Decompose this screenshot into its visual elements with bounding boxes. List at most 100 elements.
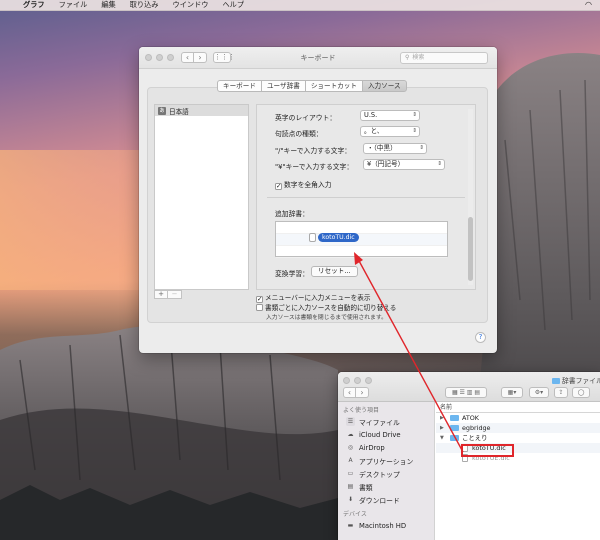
sidebar-favorites-header: よく使う項目 (343, 407, 380, 414)
disclosure-triangle-open-icon[interactable]: ▼ (440, 433, 444, 443)
show-input-menu-checkbox[interactable]: ✓ (256, 296, 263, 303)
folder-icon (552, 378, 560, 384)
fullwidth-digits-label: 数字を全角入力 (284, 181, 332, 189)
close-button[interactable] (343, 377, 350, 384)
punctuation-popup[interactable]: 。と、 ⇕ (360, 126, 420, 137)
list-buttons: + − (154, 290, 182, 299)
column-header-name[interactable]: 名前 (436, 402, 600, 413)
share-icon[interactable]: ⇪ (554, 387, 568, 398)
punctuation-value: 。と、 (364, 127, 384, 135)
all-files-icon: ☰ (346, 417, 355, 426)
menu-file[interactable]: ファイル (52, 0, 95, 10)
menu-app-name[interactable]: グラフ (16, 0, 52, 10)
punctuation-label: 句読点の種類： (275, 130, 323, 138)
show-input-menu-label: メニューバーに入力メニューを表示 (265, 294, 371, 302)
bottom-options: ✓ メニューバーに入力メニューを表示 書類ごとに入力ソースを自動的に切り替える 入… (256, 293, 396, 323)
sidebar-item-icloud-drive[interactable]: ☁ iCloud Drive (338, 428, 434, 441)
auto-switch-option[interactable]: 書類ごとに入力ソースを自動的に切り替える (256, 303, 396, 313)
menu-window[interactable]: ウインドウ (166, 0, 216, 10)
japanese-settings-pane: 英字のレイアウト： U.S. ⇕ 句読点の種類： 。と、 ⇕ "/"キーで入力す… (256, 104, 476, 290)
yen-key-label: "¥"キーで入力する文字： (275, 163, 354, 171)
sidebar-item-label: アプリケーション (359, 457, 414, 466)
conversion-learning-label: 変換学習： (275, 270, 309, 278)
layout-value: U.S. (364, 111, 378, 119)
sidebar-item-label: iCloud Drive (359, 430, 401, 439)
table-row (276, 222, 447, 234)
documents-icon: ▤ (347, 483, 354, 490)
dragged-file-label: kotoTU.dic (318, 233, 359, 242)
additional-dictionary-label: 追加辞書： (275, 210, 309, 218)
sidebar-devices-header: デバイス (343, 511, 367, 518)
tab-input-sources[interactable]: 入力ソース (361, 80, 407, 92)
file-name: ことえり (462, 434, 488, 442)
cloud-icon: ☁ (347, 431, 354, 438)
japanese-input-icon: あ (158, 106, 166, 115)
window-titlebar: ‹ › ⋮⋮⋮ キーボード ⚲ 検索 (139, 47, 497, 69)
sidebar-item-label: Macintosh HD (359, 521, 407, 530)
yen-key-value: ¥（円記号） (367, 160, 405, 168)
folder-icon (450, 425, 459, 431)
tab-keyboard[interactable]: キーボード (217, 80, 262, 92)
window-controls (343, 377, 372, 384)
sidebar-item-all-my-files[interactable]: ☰ マイファイル (338, 415, 434, 428)
hard-drive-icon: ▬ (347, 522, 354, 529)
auto-switch-note: 入力ソースは書類を閉じるまで使用されます。 (266, 315, 387, 321)
arrange-button[interactable]: ▦▾ (501, 387, 523, 398)
menu-help[interactable]: ヘルプ (215, 0, 251, 10)
list-item[interactable]: ▼ ことえり (436, 433, 600, 443)
sidebar-item-desktop[interactable]: ▭ デスクトップ (338, 467, 434, 480)
sidebar-item-documents[interactable]: ▤ 書類 (338, 480, 434, 493)
fullwidth-digits-option[interactable]: ✓ 数字を全角入力 (275, 179, 332, 190)
downloads-icon: ⬇ (347, 496, 354, 503)
additional-dictionary-list[interactable]: kotoTU.dic (275, 221, 448, 258)
auto-switch-label: 書類ごとに入力ソースを自動的に切り替える (265, 304, 397, 312)
sidebar-item-label: デスクトップ (359, 470, 400, 479)
table-row (276, 234, 447, 246)
menu-edit[interactable]: 編集 (94, 0, 122, 10)
slash-key-popup[interactable]: ・（中黒） ⇕ (363, 143, 427, 154)
yen-key-popup[interactable]: ¥（円記号） ⇕ (363, 159, 445, 170)
table-row (276, 246, 447, 258)
remove-source-button[interactable]: − (168, 290, 182, 299)
action-gear-icon[interactable]: ⚙▾ (529, 387, 549, 398)
file-name: ATOK (462, 414, 479, 422)
layout-label: 英字のレイアウト： (275, 114, 337, 122)
sidebar-item-airdrop[interactable]: ◎ AirDrop (338, 441, 434, 454)
help-button[interactable]: ? (475, 332, 486, 343)
tab-shortcuts[interactable]: ショートカット (304, 80, 363, 92)
scrollbar-thumb[interactable] (468, 217, 473, 281)
auto-switch-checkbox[interactable] (256, 304, 263, 311)
list-item[interactable]: あ 日本語 (155, 105, 248, 116)
keyboard-preferences-window: ‹ › ⋮⋮⋮ キーボード ⚲ 検索 キーボード ユーザ辞書 ショートカット 入力… (139, 47, 497, 353)
show-input-menu-option[interactable]: ✓ メニューバーに入力メニューを表示 (256, 293, 396, 303)
airdrop-icon: ◎ (347, 444, 354, 451)
wifi-icon[interactable]: ◠ (585, 0, 592, 9)
list-item[interactable]: ▶ ATOK (436, 413, 600, 423)
disclosure-triangle-icon[interactable]: ▶ (440, 423, 444, 433)
dragged-file: kotoTU.dic (309, 233, 359, 242)
input-source-list: あ 日本語 (154, 104, 249, 290)
tab-bar: キーボード ユーザ辞書 ショートカット 入力ソース (217, 80, 407, 92)
file-name: egbridge (462, 424, 491, 432)
zoom-button[interactable] (365, 377, 372, 384)
list-item[interactable]: ▶ egbridge (436, 423, 600, 433)
tags-icon[interactable]: ◯ (572, 387, 590, 398)
sidebar-item-macintosh-hd[interactable]: ▬ Macintosh HD (338, 519, 434, 532)
finder-title-label: 辞書ファイル (562, 377, 600, 385)
search-input[interactable]: ⚲ 検索 (400, 52, 488, 64)
add-source-button[interactable]: + (154, 290, 168, 299)
minimize-button[interactable] (354, 377, 361, 384)
reset-button[interactable]: リセット... (311, 266, 358, 277)
view-mode-buttons[interactable]: ▦ ☰ ▥ ▤ (445, 387, 487, 398)
disclosure-triangle-icon[interactable]: ▶ (440, 413, 444, 423)
back-button[interactable]: ‹ (343, 387, 356, 398)
sidebar-item-applications[interactable]: A アプリケーション (338, 454, 434, 467)
forward-button[interactable]: › (356, 387, 369, 398)
sidebar-item-downloads[interactable]: ⬇ ダウンロード (338, 493, 434, 506)
search-icon: ⚲ (405, 54, 410, 61)
tab-user-dictionary[interactable]: ユーザ辞書 (260, 80, 306, 92)
layout-popup[interactable]: U.S. ⇕ (360, 110, 420, 121)
desktop-icon: ▭ (347, 470, 354, 477)
menu-import[interactable]: 取り込み (123, 0, 166, 10)
fullwidth-digits-checkbox[interactable]: ✓ (275, 183, 282, 190)
